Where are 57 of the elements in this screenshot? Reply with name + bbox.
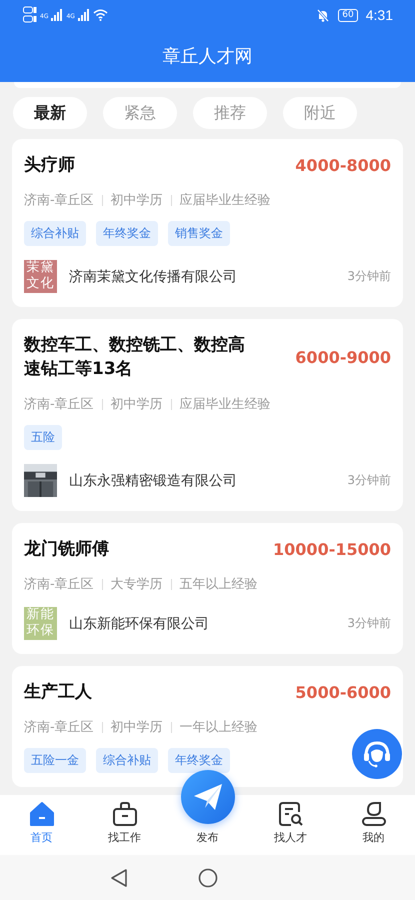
signal-icon: [78, 9, 90, 21]
job-card[interactable]: 数控车工、数控铣工、数控高速钻工等13名 6000-9000 济南-章丘区 初中学历 应届毕业生经验 五险 山东永强精密锻造有限公司 3分钟前: [12, 319, 403, 511]
benefit-tag: 综合补贴: [24, 221, 86, 246]
nav-tab[interactable]: 找工作: [83, 795, 166, 855]
company-logo: 茉黛文化: [24, 260, 57, 293]
signal-icon: [51, 9, 64, 21]
document-search-icon: [278, 801, 304, 827]
filter-tab[interactable]: 最新: [13, 97, 87, 129]
benefit-tag: 五险: [24, 425, 62, 450]
wifi-icon: [92, 9, 108, 21]
job-requirement: 应届毕业生经验: [180, 396, 271, 413]
benefit-tag: 综合补贴: [96, 748, 158, 773]
benefit-tag: 年终奖金: [96, 221, 158, 246]
back-icon[interactable]: [110, 868, 128, 888]
job-card[interactable]: 头疗师 4000-8000 济南-章丘区 初中学历 应届毕业生经验 综合补贴 年终奖金 销售奖金 茉黛文化 济南茉黛文化传播有限公司 3分钟前: [12, 139, 403, 307]
job-requirement: 济南-章丘区: [24, 396, 94, 413]
nav-tab[interactable]: 找人才: [249, 795, 332, 855]
job-requirement: 五年以上经验: [180, 576, 258, 593]
home-button-icon[interactable]: [198, 868, 218, 888]
job-card[interactable]: 生产工人 5000-6000 济南-章丘区 初中学历 一年以上经验 五险一金 综合补贴 年终奖金: [12, 666, 403, 787]
company-name: 山东永强精密锻造有限公司: [69, 472, 238, 490]
salary: 5000-6000: [295, 682, 391, 702]
status-time: 4:31: [366, 7, 393, 23]
job-title: 龙门铣师傅: [24, 538, 109, 561]
home-icon: [28, 801, 54, 827]
post-time: 3分钟前: [347, 268, 391, 285]
nav-tab[interactable]: 首页: [0, 795, 83, 855]
job-requirement: 济南-章丘区: [24, 576, 94, 593]
job-requirement: 初中学历: [110, 719, 163, 736]
benefit-tag: 年终奖金: [168, 748, 230, 773]
job-requirement: 大专学历: [110, 576, 163, 593]
job-requirement: 应届毕业生经验: [180, 192, 271, 209]
post-time: 3分钟前: [347, 615, 391, 632]
company-name: 济南茉黛文化传播有限公司: [69, 268, 238, 286]
nav-tab[interactable]: 我的: [332, 795, 415, 855]
job-requirement: 济南-章丘区: [24, 192, 94, 209]
salary: 10000-15000: [273, 540, 391, 558]
app-title: 章丘人才网: [162, 45, 254, 69]
company-logo: 新能环保: [24, 607, 57, 640]
salary: 4000-8000: [295, 156, 391, 174]
job-requirement: 初中学历: [110, 396, 163, 413]
job-title: 生产工人: [24, 681, 92, 704]
benefit-tag: 五险一金: [24, 748, 86, 773]
battery-icon: 60: [338, 8, 358, 22]
post-time: 3分钟前: [347, 472, 391, 489]
job-requirement: 济南-章丘区: [24, 719, 94, 736]
briefcase-icon: [112, 801, 138, 827]
user-icon: [360, 801, 386, 827]
job-title: 数控车工、数控铣工、数控高速钻工等13名: [24, 334, 246, 381]
job-requirement: 一年以上经验: [180, 719, 258, 736]
salary: 6000-9000: [295, 348, 391, 366]
job-title: 头疗师: [24, 154, 75, 177]
job-requirement: 初中学历: [110, 192, 163, 209]
bell-muted-icon: [317, 8, 330, 22]
company-name: 山东新能环保有限公司: [69, 614, 210, 632]
job-card[interactable]: 龙门铣师傅 10000-15000 济南-章丘区 大专学历 五年以上经验 新能环保 山东新能环保有限公司 3分钟前: [12, 523, 403, 654]
benefit-tag: 销售奖金: [168, 221, 230, 246]
